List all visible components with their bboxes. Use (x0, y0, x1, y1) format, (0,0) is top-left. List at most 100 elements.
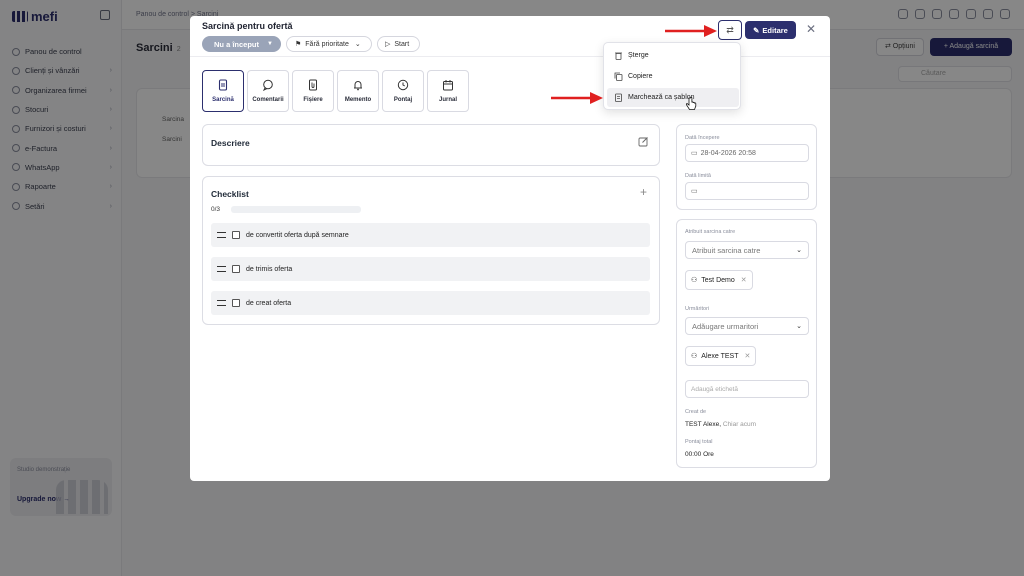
add-checklist-item-icon[interactable]: + (640, 185, 647, 199)
menu-item-delete[interactable]: Șterge (607, 46, 739, 65)
edit-button[interactable]: ✎ Editare (745, 21, 796, 39)
tab-label: Memento (344, 97, 372, 103)
template-icon (614, 93, 623, 102)
tab-reminder[interactable]: Memento (337, 70, 379, 112)
checklist-item[interactable]: de trimis oferta (211, 257, 650, 281)
assign-select[interactable]: Atribuit sarcina catre ⌄ (685, 241, 809, 259)
edit-label: Editare (762, 25, 788, 35)
followers-placeholder: Adăugare urmaritori (692, 321, 759, 331)
chevron-down-icon: ⌄ (796, 247, 802, 254)
start-button[interactable]: ▷ Start (377, 36, 420, 52)
remove-assignee-icon[interactable]: ✕ (741, 276, 747, 284)
tab-files[interactable]: Fișiere (292, 70, 334, 112)
assignment-card: Atribuit sarcina catre Atribuit sarcina … (676, 219, 817, 468)
user-icon: ⚇ (691, 277, 698, 284)
swap-icon: ⇄ (726, 24, 734, 35)
comment-icon (262, 79, 274, 91)
checklist-item-text: de trimis oferta (246, 265, 293, 273)
due-date-label: Dată limită (685, 173, 711, 179)
status-dropdown[interactable]: Nu a început ▼ (202, 36, 281, 52)
checkbox[interactable] (232, 231, 240, 239)
time-total-label: Pontaj total (685, 439, 713, 445)
checklist-progress-text: 0/3 (211, 206, 221, 213)
tab-label: Sarcină (212, 97, 234, 103)
bell-icon (352, 79, 364, 91)
checkbox[interactable] (232, 265, 240, 273)
close-icon[interactable]: ✕ (804, 22, 818, 36)
tab-label: Fișiere (303, 97, 323, 103)
start-date-value: 28-04-2026 20:58 (700, 149, 756, 157)
description-heading: Descriere (211, 138, 250, 148)
description-card: Descriere (202, 124, 660, 166)
menu-item-copy[interactable]: Copiere (607, 67, 739, 86)
more-actions-button[interactable]: ⇄ (718, 20, 742, 40)
follower-chip: ⚇ Alexe TEST ✕ (685, 346, 757, 366)
tab-bar: Sarcină Comentarii Fișiere Memento Ponta… (202, 70, 469, 112)
tab-label: Pontaj (393, 97, 413, 103)
chevron-down-icon: ⌄ (796, 323, 802, 330)
play-icon: ▷ (385, 41, 391, 48)
calendar-icon: ▭ (691, 150, 698, 157)
annotation-arrow-icon (551, 92, 603, 104)
user-icon: ⚇ (691, 353, 698, 360)
drag-handle-icon[interactable] (217, 300, 226, 306)
start-date-field[interactable]: ▭ 28-04-2026 20:58 (685, 144, 809, 162)
edit-icon: ✎ (753, 25, 760, 35)
start-date-label: Dată începere (685, 135, 720, 141)
actions-menu: Șterge Copiere Marchează ca șablon (603, 42, 741, 110)
tab-label: Comentarii (252, 97, 284, 103)
created-by: TEST Alexe, Chiar acum (685, 421, 756, 428)
followers-select[interactable]: Adăugare urmaritori ⌄ (685, 317, 809, 335)
checklist-card: Checklist + 0/3 de convertit oferta după… (202, 176, 660, 325)
start-label: Start (394, 40, 410, 48)
follower-name: Alexe TEST (701, 352, 739, 360)
menu-item-label: Marchează ca șablon (628, 94, 695, 101)
chevron-down-icon: ⌄ (354, 41, 361, 48)
checklist-item[interactable]: de creat oferta (211, 291, 650, 315)
modal-title: Sarcină pentru ofertă (202, 21, 293, 31)
priority-dropdown[interactable]: ⚑ Fără prioritate ⌄ (286, 36, 372, 52)
hand-cursor-icon (686, 97, 697, 110)
tab-comments[interactable]: Comentarii (247, 70, 289, 112)
tab-label: Jurnal (438, 97, 457, 103)
status-label: Nu a început (214, 39, 260, 49)
file-icon (307, 79, 319, 91)
drag-handle-icon[interactable] (217, 266, 226, 272)
annotation-arrow-icon (665, 25, 717, 37)
menu-item-label: Copiere (628, 73, 653, 80)
calendar-icon (442, 79, 454, 91)
priority-label: Fără prioritate (305, 40, 349, 48)
dates-card: Dată începere ▭ 28-04-2026 20:58 Dată li… (676, 124, 817, 210)
tab-timesheet[interactable]: Pontaj (382, 70, 424, 112)
assignee-chip: ⚇ Test Demo ✕ (685, 270, 753, 290)
trash-icon (614, 51, 623, 60)
checklist-item-text: de creat oferta (246, 299, 292, 307)
assign-label: Atribuit sarcina catre (685, 229, 736, 235)
clock-icon (397, 79, 409, 91)
tab-journal[interactable]: Jurnal (427, 70, 469, 112)
remove-follower-icon[interactable]: ✕ (745, 352, 751, 360)
copy-icon (614, 72, 623, 81)
due-date-field[interactable]: ▭ (685, 182, 809, 200)
created-when: Chiar acum (722, 421, 757, 428)
checklist-item-text: de convertit oferta după semnare (246, 231, 349, 239)
assign-placeholder: Atribuit sarcina catre (692, 245, 761, 255)
time-total-value: 00:00 Ore (685, 451, 714, 458)
created-label: Creat de (685, 409, 707, 415)
tag-placeholder: Adaugă etichetă (691, 385, 738, 393)
checklist-heading: Checklist (211, 189, 249, 199)
flag-icon: ⚑ (295, 41, 302, 48)
tab-task[interactable]: Sarcină (202, 70, 244, 112)
document-icon (217, 79, 229, 91)
tag-input[interactable]: Adaugă etichetă (685, 380, 809, 398)
followers-label: Urmăritori (685, 306, 710, 312)
checkbox[interactable] (232, 299, 240, 307)
checklist-progress-bar (231, 206, 361, 213)
menu-item-label: Șterge (628, 52, 649, 59)
chevron-down-icon: ▼ (267, 41, 273, 47)
checklist-item[interactable]: de convertit oferta după semnare (211, 223, 650, 247)
edit-description-icon[interactable] (638, 136, 649, 149)
drag-handle-icon[interactable] (217, 232, 226, 238)
assignee-name: Test Demo (701, 276, 735, 284)
menu-item-mark-template[interactable]: Marchează ca șablon (607, 88, 739, 107)
